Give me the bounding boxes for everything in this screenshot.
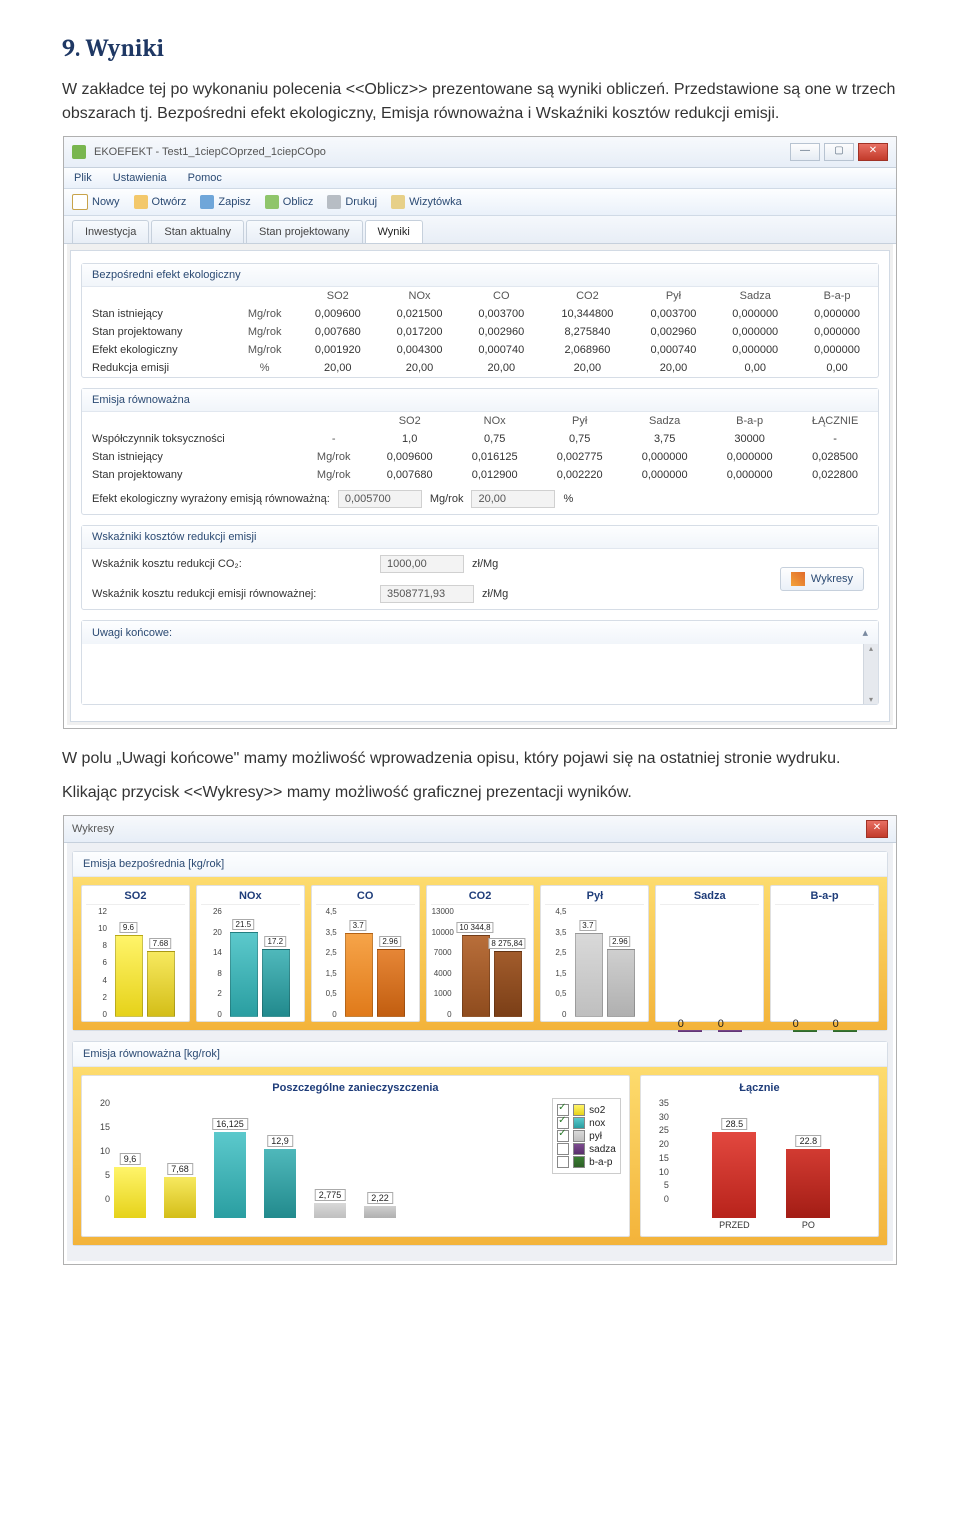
chart-pyl: Pył 4,53,52,51,50,50 3.7 2.96 xyxy=(540,885,649,1022)
legend-checkbox[interactable] xyxy=(557,1156,569,1168)
tb-oblicz[interactable]: Oblicz xyxy=(265,194,314,210)
chart-icon xyxy=(791,572,805,586)
maximize-button[interactable]: ▢ xyxy=(824,143,854,161)
indicator-eq-row: Wskaźnik kosztu redukcji emisji równoważ… xyxy=(82,579,766,609)
group-title: Bezpośredni efekt ekologiczny xyxy=(82,264,878,287)
tb-wizytowka[interactable]: Wizytówka xyxy=(391,194,462,210)
legend-checkbox[interactable] xyxy=(557,1130,569,1142)
uwagi-textarea[interactable] xyxy=(82,644,863,704)
group-title: Wskaźniki kosztów redukcji emisji xyxy=(82,526,878,549)
group-bezposredni: Bezpośredni efekt ekologiczny SO2NOxCOCO… xyxy=(81,263,879,378)
table-rownowazna: SO2NOxPyłSadzaB-a-pŁĄCZNIE Współczynnik … xyxy=(82,412,878,484)
window-title: EKOEFEKT - Test1_1ciepCOprzed_1ciepCOpo xyxy=(94,146,326,158)
tb-zapisz[interactable]: Zapisz xyxy=(200,194,250,210)
table-row: Współczynnik toksyczności-1,00,750,753,7… xyxy=(82,430,878,448)
eq-cost-value: 3508771,93 xyxy=(380,585,474,603)
table-row: Redukcja emisji%20,0020,0020,0020,0020,0… xyxy=(82,359,878,377)
tb-otworz[interactable]: Otwórz xyxy=(134,194,187,210)
eq-percent: 20,00 xyxy=(471,490,555,508)
chart-sadza: Sadza 0 0 xyxy=(655,885,764,1022)
card-icon xyxy=(391,195,405,209)
new-icon xyxy=(72,194,88,210)
titlebar: EKOEFEKT - Test1_1ciepCOprzed_1ciepCOpo … xyxy=(64,137,896,168)
chart-co: CO 4,53,52,51,50,50 3.7 2.96 xyxy=(311,885,420,1022)
chart-section-title: Emisja bezpośrednia [kg/rok] xyxy=(73,852,887,877)
table-row: Stan istniejącyMg/rok0,0096000,0161250,0… xyxy=(82,448,878,466)
tab-bar: Inwestycja Stan aktualny Stan projektowa… xyxy=(64,216,896,244)
group-wskazniki: Wskaźniki kosztów redukcji emisji Wskaźn… xyxy=(81,525,879,610)
menu-plik[interactable]: Plik xyxy=(74,172,92,184)
section-heading: 9. Wyniki xyxy=(62,34,898,62)
menubar: Plik Ustawienia Pomoc xyxy=(64,168,896,189)
chart-total: Łącznie 35302520151050 28.5 22.8 PRZEDPO xyxy=(640,1075,879,1237)
legend: so2 nox pył sadza b-a-p xyxy=(552,1098,621,1174)
wykresy-button[interactable]: Wykresy xyxy=(780,567,864,591)
table-row: Stan istniejącyMg/rok0,0096000,0215000,0… xyxy=(82,305,878,323)
tab-content: Bezpośredni efekt ekologiczny SO2NOxCOCO… xyxy=(70,250,890,722)
uwagi-label: Uwagi końcowe: xyxy=(92,627,172,639)
print-icon xyxy=(327,195,341,209)
group-rownowazna: Emisja równoważna SO2NOxPyłSadzaB-a-pŁĄC… xyxy=(81,388,879,515)
tab-wyniki[interactable]: Wyniki xyxy=(365,220,423,243)
chart-section-title: Emisja równoważna [kg/rok] xyxy=(73,1042,887,1067)
table-row: Efekt ekologicznyMg/rok0,0019200,0043000… xyxy=(82,341,878,359)
tab-stan-projektowany[interactable]: Stan projektowany xyxy=(246,220,363,243)
eq-value: 0,005700 xyxy=(338,490,422,508)
chart-bap: B-a-p 0 0 xyxy=(770,885,879,1022)
toolbar: Nowy Otwórz Zapisz Oblicz Drukuj Wizytów… xyxy=(64,189,896,216)
chart-nox: NOx 262014820 21.5 17.2 xyxy=(196,885,305,1022)
eq-effect-row: Efekt ekologiczny wyrażony emisją równow… xyxy=(82,484,878,514)
chart-by-pollutant: Poszczególne zanieczyszczenia 20151050 9… xyxy=(81,1075,630,1237)
tab-stan-aktualny[interactable]: Stan aktualny xyxy=(151,220,244,243)
minimize-button[interactable]: — xyxy=(790,143,820,161)
charts-row: SO2 121086420 9.6 7.68 NOx 262014820 21.… xyxy=(73,877,887,1030)
table-bezposredni: SO2NOxCOCO2PyłSadzaB-a-p Stan istniejący… xyxy=(82,287,878,377)
chart-co2: CO2 13000100007000400010000 10 344,8 8 2… xyxy=(426,885,535,1022)
dialog-titlebar: Wykresy ✕ xyxy=(64,816,896,843)
menu-pomoc[interactable]: Pomoc xyxy=(188,172,222,184)
intro-paragraph-1: W zakładce tej po wykonaniu polecenia <<… xyxy=(62,78,898,126)
chart-group-direct: Emisja bezpośrednia [kg/rok] SO2 1210864… xyxy=(72,851,888,1031)
close-button[interactable]: ✕ xyxy=(858,143,888,161)
save-icon xyxy=(200,195,214,209)
group-uwagi: Uwagi końcowe: ▴ ▴▾ xyxy=(81,620,879,705)
open-icon xyxy=(134,195,148,209)
app-icon xyxy=(72,145,86,159)
group-title: Emisja równoważna xyxy=(82,389,878,412)
co2-value: 1000,00 xyxy=(380,555,464,573)
table-row: Stan projektowanyMg/rok0,0076800,0129000… xyxy=(82,466,878,484)
tb-nowy[interactable]: Nowy xyxy=(72,194,120,210)
tab-inwestycja[interactable]: Inwestycja xyxy=(72,220,149,243)
menu-ustawienia[interactable]: Ustawienia xyxy=(113,172,167,184)
calc-icon xyxy=(265,195,279,209)
intro-paragraph-2: W polu „Uwagi końcowe" mamy możliwość wp… xyxy=(62,747,898,771)
dialog-title: Wykresy xyxy=(72,823,114,835)
indicator-co2-row: Wskaźnik kosztu redukcji CO₂: 1000,00 zł… xyxy=(82,549,766,579)
table-row: Stan projektowanyMg/rok0,0076800,0172000… xyxy=(82,323,878,341)
scrollbar[interactable]: ▴▾ xyxy=(863,644,878,704)
chart-so2: SO2 121086420 9.6 7.68 xyxy=(81,885,190,1022)
tb-drukuj[interactable]: Drukuj xyxy=(327,194,377,210)
dialog-wykresy: Wykresy ✕ Emisja bezpośrednia [kg/rok] S… xyxy=(63,815,897,1265)
collapse-icon[interactable]: ▴ xyxy=(862,626,868,639)
chart-group-equivalent: Emisja równoważna [kg/rok] Poszczególne … xyxy=(72,1041,888,1246)
app-window: EKOEFEKT - Test1_1ciepCOprzed_1ciepCOpo … xyxy=(63,136,897,729)
legend-checkbox[interactable] xyxy=(557,1143,569,1155)
intro-paragraph-3: Klikając przycisk <<Wykresy>> mamy możli… xyxy=(62,781,898,805)
dialog-close-button[interactable]: ✕ xyxy=(866,820,888,838)
